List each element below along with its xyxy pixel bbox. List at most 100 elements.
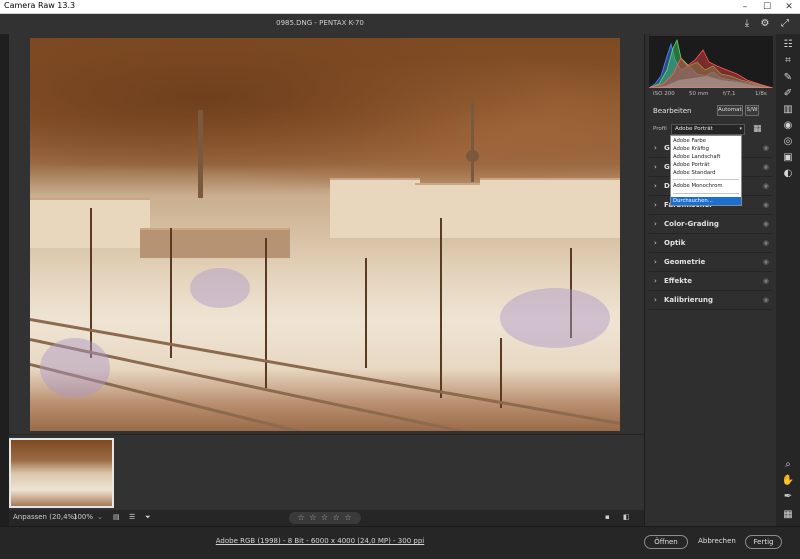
profile-option[interactable]: Adobe Porträt: [671, 161, 741, 169]
section-color-grading[interactable]: › Color-Grading ◉: [649, 216, 773, 234]
section-calibration[interactable]: › Kalibrierung ◉: [649, 292, 773, 310]
photo-mast: [90, 208, 92, 358]
section-label: Effekte: [664, 277, 692, 285]
sort-icon[interactable]: ☰: [129, 513, 135, 521]
chevron-right-icon: ›: [654, 277, 657, 285]
photo-mast: [500, 338, 502, 408]
chevron-right-icon: ›: [654, 220, 657, 228]
healing-icon[interactable]: ✎: [780, 71, 796, 85]
radial-filter-icon[interactable]: ◉: [780, 119, 796, 133]
tool-strip: ☷ ⌗ ✎ ✐ ▥ ◉ ◎ ▣ ◐ ⌕ ✋ ✒ ▦: [776, 34, 800, 526]
chevron-right-icon: ›: [654, 163, 657, 171]
minimize-icon[interactable]: –: [734, 0, 756, 14]
profile-option[interactable]: Adobe Landschaft: [671, 153, 741, 161]
photo-building: [330, 178, 420, 238]
save-icon[interactable]: ⤓: [741, 18, 753, 30]
star-rating[interactable]: ☆ ☆ ☆ ☆ ☆: [289, 512, 361, 524]
chevron-right-icon: ›: [654, 182, 657, 190]
presets-icon[interactable]: ◐: [780, 167, 796, 181]
profile-select-value: Adobe Porträt: [675, 126, 713, 132]
chevron-down-icon: ▾: [739, 126, 742, 132]
shutter-value: 1/8s: [755, 91, 767, 97]
camera-metadata: ISO 200 50 mm f/7,1 1/8s: [649, 90, 773, 100]
chevron-right-icon: ›: [654, 201, 657, 209]
bw-button[interactable]: S/W: [745, 105, 759, 116]
zoom-fit-dropdown[interactable]: Anpassen (20,4%): [13, 513, 77, 521]
fullscreen-icon[interactable]: ⤢: [779, 18, 791, 30]
left-gutter: [0, 34, 9, 559]
edit-sliders-icon[interactable]: ☷: [780, 38, 796, 52]
camera-raw-window: Camera Raw 13.3 – ☐ ✕ 0985.DNG - PENTAX …: [0, 0, 800, 559]
section-label: Kalibrierung: [664, 296, 713, 304]
section-label: Color-Grading: [664, 220, 719, 228]
crop-icon[interactable]: ⌗: [780, 54, 796, 68]
aperture-value: f/7,1: [723, 91, 736, 97]
filmstrip-thumbnail[interactable]: [9, 438, 114, 508]
hand-icon[interactable]: ✋: [780, 474, 796, 488]
photo-foliage: [40, 338, 110, 398]
eye-icon[interactable]: ◉: [763, 239, 769, 247]
eye-icon[interactable]: ◉: [763, 201, 769, 209]
auto-button[interactable]: Automat.: [717, 105, 743, 116]
open-button-label: Öffnen: [654, 538, 678, 546]
chevron-down-icon[interactable]: ⌄: [97, 513, 103, 521]
menu-divider: [673, 193, 739, 194]
chevron-right-icon: ›: [654, 239, 657, 247]
grid-overlay-icon[interactable]: ▦: [780, 508, 796, 522]
profile-option[interactable]: Adobe Farbe: [671, 137, 741, 145]
section-label: Optik: [664, 239, 686, 247]
section-geometry[interactable]: › Geometrie ◉: [649, 254, 773, 272]
maximize-icon[interactable]: ☐: [756, 0, 778, 14]
zoom-percent-dropdown[interactable]: 100%: [73, 513, 93, 521]
edit-header: Bearbeiten Automat. S/W: [649, 104, 773, 118]
chevron-right-icon: ›: [654, 144, 657, 152]
photo-sky: [30, 38, 620, 188]
photo-chimney: [198, 110, 203, 198]
chevron-right-icon: ›: [654, 296, 657, 304]
profile-option[interactable]: Adobe Kräftig: [671, 145, 741, 153]
gear-icon[interactable]: ⚙: [759, 18, 771, 30]
cancel-button[interactable]: Abbrechen: [694, 535, 740, 549]
top-bar: 0985.DNG - PENTAX K-70 ⤓ ⚙ ⤢: [0, 14, 800, 34]
profile-select[interactable]: Adobe Porträt ▾: [671, 124, 745, 135]
section-optics[interactable]: › Optik ◉: [649, 235, 773, 253]
eye-icon[interactable]: ◉: [763, 182, 769, 190]
eye-icon[interactable]: ◉: [763, 277, 769, 285]
photo-tv-tower-sphere: [466, 150, 479, 162]
open-button[interactable]: Öffnen: [644, 535, 688, 549]
section-effects[interactable]: › Effekte ◉: [649, 273, 773, 291]
single-view-icon[interactable]: ▪: [605, 513, 610, 521]
status-bar: Adobe RGB (1998) - 8 Bit - 6000 x 4000 (…: [0, 526, 800, 559]
workflow-options-link[interactable]: Adobe RGB (1998) - 8 Bit - 6000 x 4000 (…: [0, 537, 640, 545]
eye-icon[interactable]: ◉: [763, 163, 769, 171]
browse-profiles-option[interactable]: Durchsuchen...: [671, 197, 741, 205]
profile-browser-grid-icon[interactable]: ▦: [753, 124, 762, 135]
photo-mast: [365, 258, 367, 368]
filmstrip-view-icon[interactable]: ▤: [113, 513, 120, 521]
profile-option[interactable]: Adobe Monochrom: [671, 182, 741, 190]
edit-panel: ISO 200 50 mm f/7,1 1/8s Bearbeiten Auto…: [644, 34, 776, 526]
window-title: Camera Raw 13.3: [4, 1, 76, 10]
white-balance-icon[interactable]: ✒: [780, 490, 796, 504]
zoom-icon[interactable]: ⌕: [780, 458, 796, 472]
focal-length-value: 50 mm: [689, 91, 709, 97]
red-eye-icon[interactable]: ◎: [780, 135, 796, 149]
profile-option[interactable]: Adobe Standard: [671, 169, 741, 177]
eye-icon[interactable]: ◉: [763, 144, 769, 152]
profile-label: Profil: [653, 126, 667, 132]
filter-icon[interactable]: ⏷: [145, 513, 151, 522]
before-after-icon[interactable]: ◧: [623, 513, 630, 521]
eye-icon[interactable]: ◉: [763, 220, 769, 228]
eye-icon[interactable]: ◉: [763, 258, 769, 266]
snapshots-icon[interactable]: ▣: [780, 151, 796, 165]
photo-preview[interactable]: [30, 38, 620, 431]
edit-heading: Bearbeiten: [653, 107, 692, 115]
image-canvas[interactable]: [9, 34, 644, 434]
photo-track: [30, 363, 620, 431]
done-button[interactable]: Fertig: [745, 535, 782, 549]
brush-icon[interactable]: ✐: [780, 87, 796, 101]
close-icon[interactable]: ✕: [778, 0, 800, 14]
photo-building: [415, 183, 485, 238]
eye-icon[interactable]: ◉: [763, 296, 769, 304]
gradient-icon[interactable]: ▥: [780, 103, 796, 117]
